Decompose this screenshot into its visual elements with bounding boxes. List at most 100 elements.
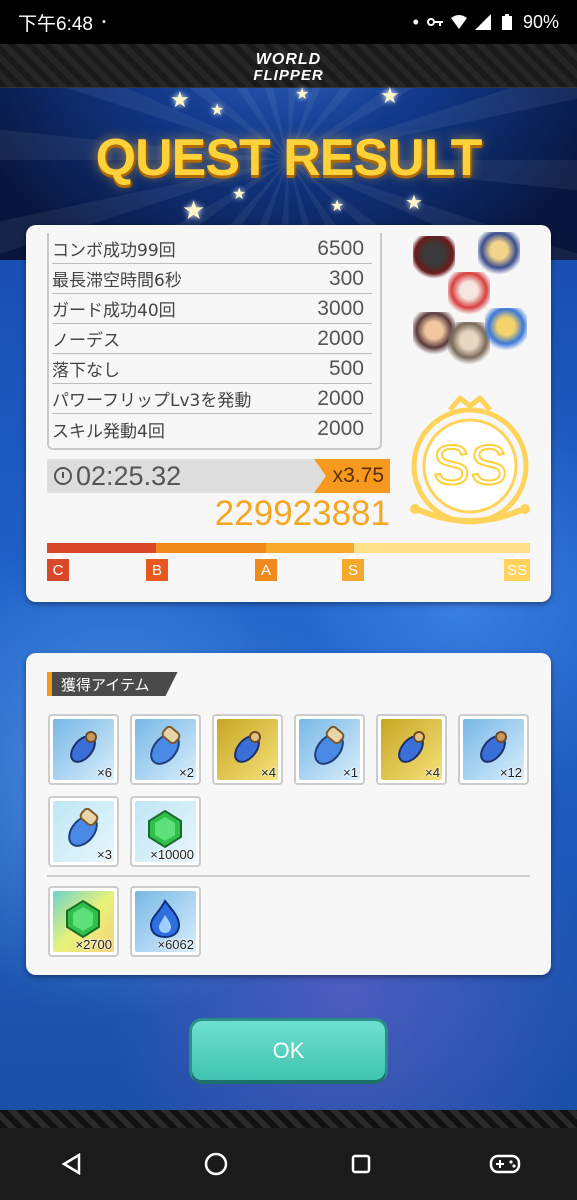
- bonus-name: ノーデス: [52, 331, 120, 351]
- clear-time: 02:25.32: [54, 460, 181, 492]
- star-icon: ★: [330, 196, 345, 215]
- stopwatch-icon: [54, 467, 72, 485]
- bonus-name: パワーフリップLv3を発動: [52, 391, 252, 411]
- notification-dot: •: [100, 16, 107, 28]
- star-icon: ★: [210, 100, 225, 119]
- scroll-capsule-icon: [314, 725, 345, 765]
- green-gem-icon: [148, 809, 182, 849]
- total-score: 229923881: [214, 494, 390, 533]
- items-header-label: 獲得アイテム: [61, 675, 150, 694]
- clear-time-value: 02:25.32: [76, 460, 182, 491]
- navigation-bar: [0, 1128, 577, 1200]
- star-icon: ★: [170, 88, 190, 113]
- rank-grade: SS: [432, 432, 509, 497]
- bonus-name: ガード成功40回: [52, 301, 176, 321]
- wifi-icon: [450, 15, 467, 29]
- green-gem-icon: [66, 899, 100, 939]
- reward-item[interactable]: ×12: [458, 714, 529, 785]
- logo-line1: WORLD: [255, 51, 322, 68]
- bonus-row: 最長滞空時間6秒 300: [52, 264, 372, 294]
- gamepad-icon: [489, 1154, 521, 1174]
- small-bomb-icon: [70, 731, 97, 763]
- reward-item[interactable]: ×4: [212, 714, 283, 785]
- home-button[interactable]: [196, 1144, 236, 1184]
- recents-square-icon: [351, 1154, 370, 1174]
- bonus-name: 落下なし: [52, 361, 120, 381]
- reward-item[interactable]: ×2: [130, 714, 201, 785]
- recents-button[interactable]: [341, 1144, 381, 1184]
- rank-mark-ss: SS: [504, 559, 531, 581]
- bonus-name: コンボ成功99回: [52, 241, 176, 261]
- gauge-segment-b: [156, 543, 266, 553]
- item-count: ×2700: [75, 937, 112, 952]
- back-button[interactable]: [52, 1144, 92, 1184]
- gauge-segment-a: [266, 543, 354, 553]
- items-header: 獲得アイテム: [47, 672, 178, 696]
- bonus-points: 500: [328, 356, 364, 380]
- small-bomb-icon: [480, 731, 507, 763]
- item-count: ×10000: [150, 847, 194, 862]
- bonus-row: 落下なし 500: [52, 354, 372, 384]
- bonus-points: 300: [328, 266, 364, 290]
- star-icon: ★: [182, 196, 206, 226]
- bonus-points: 2000: [317, 326, 364, 350]
- item-count: ×1: [343, 765, 358, 780]
- reward-item[interactable]: ×6: [48, 714, 119, 785]
- gold-bomb-icon: [398, 731, 425, 763]
- rank-mark-b: B: [146, 559, 168, 581]
- scroll-capsule-icon: [150, 725, 181, 765]
- rank-mark-a: A: [255, 559, 277, 581]
- item-count: ×6062: [157, 937, 194, 952]
- scroll-capsule-icon: [68, 807, 99, 847]
- page-title: QUEST RESULT: [95, 129, 483, 187]
- bonus-points: 2000: [317, 417, 364, 440]
- battery-icon: [501, 14, 512, 30]
- item-count: ×4: [425, 765, 440, 780]
- star-icon: ★: [380, 84, 400, 109]
- gold-bomb-icon: [234, 731, 261, 763]
- character-sprite: [448, 272, 490, 318]
- items-divider: [47, 875, 530, 877]
- bottom-decoration: [0, 1110, 577, 1128]
- reward-item[interactable]: ×3: [48, 796, 119, 867]
- rank-mark-s: S: [342, 559, 364, 581]
- gauge-segment-c: [47, 543, 156, 553]
- reward-item[interactable]: ×10000: [130, 796, 201, 867]
- character-sprite: [485, 308, 527, 354]
- bonus-points: 2000: [317, 386, 364, 410]
- bonus-row: スキル発動4回 2000: [52, 414, 372, 444]
- bonus-points: 3000: [317, 296, 364, 320]
- back-triangle-icon: [61, 1153, 81, 1175]
- notification-dot-right: •: [412, 11, 419, 32]
- reward-item[interactable]: ×4: [376, 714, 447, 785]
- bonus-row: ガード成功40回 3000: [52, 294, 372, 324]
- status-time: 下午6:48: [18, 13, 93, 35]
- home-circle-icon: [205, 1152, 228, 1176]
- star-icon: ★: [405, 190, 423, 214]
- world-flipper-logo: WORLD FLIPPER: [229, 48, 349, 88]
- logo-line2: FLIPPER: [253, 67, 324, 84]
- item-count: ×3: [97, 847, 112, 862]
- reward-item[interactable]: ×6062: [130, 886, 201, 957]
- reward-item[interactable]: ×2700: [48, 886, 119, 957]
- bonus-name: 最長滞空時間6秒: [52, 271, 182, 291]
- game-controller-button[interactable]: [485, 1144, 525, 1184]
- battery-level: 90%: [522, 11, 559, 32]
- key-icon: [426, 18, 443, 26]
- bonus-name: スキル発動4回: [52, 421, 165, 442]
- reward-item[interactable]: ×1: [294, 714, 365, 785]
- bonus-row: コンボ成功99回 6500: [52, 234, 372, 264]
- signal-icon: [474, 14, 491, 30]
- ok-button[interactable]: OK: [192, 1021, 385, 1080]
- item-count: ×2: [179, 765, 194, 780]
- status-icons: • 90%: [413, 12, 559, 33]
- rank-mark-c: C: [47, 559, 69, 581]
- bonus-points: 6500: [317, 236, 364, 260]
- star-icon: ★: [295, 84, 310, 103]
- item-count: ×6: [97, 765, 112, 780]
- status-bar: 下午6:48 • • 90%: [0, 0, 577, 44]
- bonus-row: パワーフリップLv3を発動 2000: [52, 384, 372, 414]
- bonus-row: ノーデス 2000: [52, 324, 372, 354]
- blue-flame-icon: [149, 899, 181, 939]
- character-sprite: [448, 322, 490, 368]
